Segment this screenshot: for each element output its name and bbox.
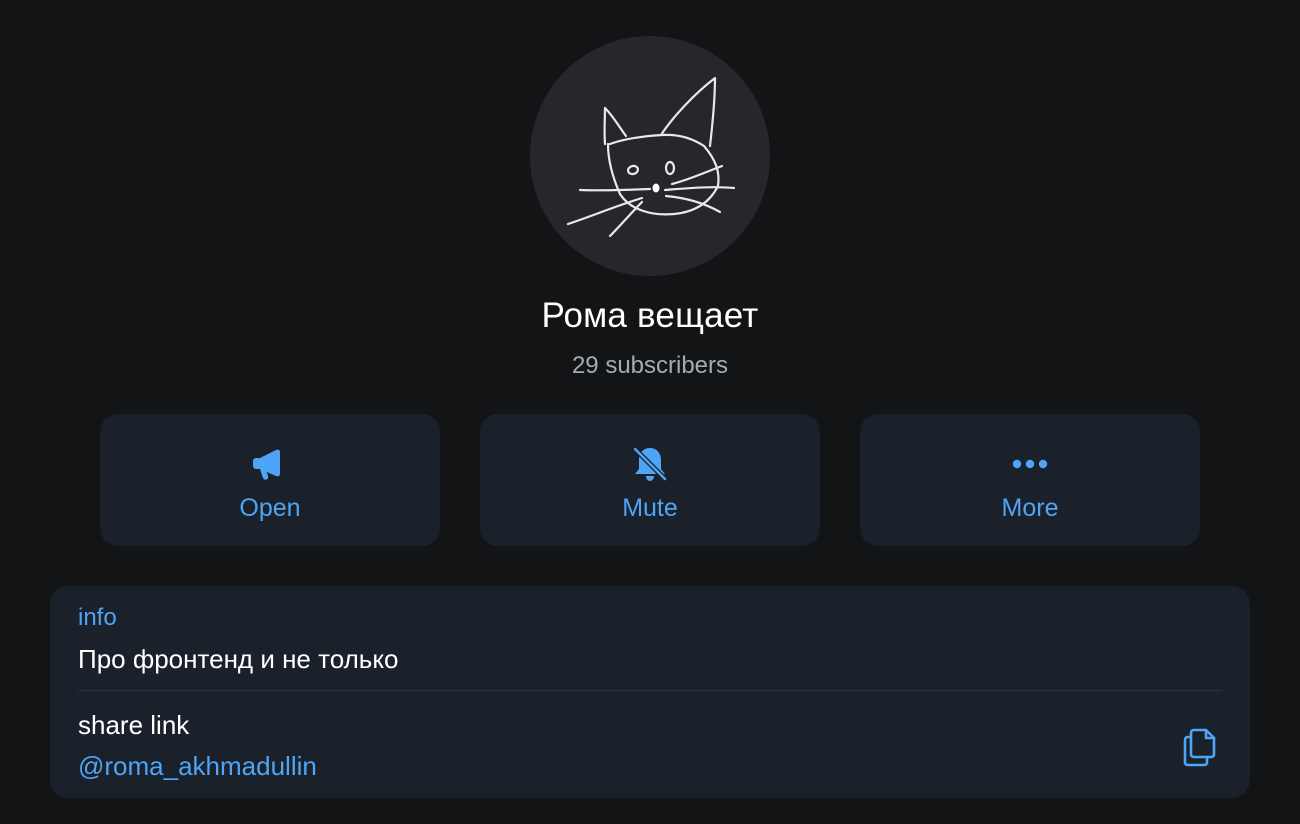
copy-icon[interactable]: [1176, 722, 1224, 770]
action-buttons: Open Mute More: [100, 414, 1200, 546]
open-label: Open: [239, 494, 301, 522]
share-link-label: share link: [78, 710, 190, 740]
channel-avatar[interactable]: [530, 36, 770, 276]
more-button[interactable]: More: [860, 414, 1200, 546]
mute-button[interactable]: Mute: [480, 414, 820, 546]
subscriber-count: 29 subscribers: [571, 352, 729, 379]
info-label: info: [78, 604, 117, 631]
more-dots-icon: [1008, 444, 1052, 484]
mute-label: Mute: [622, 494, 678, 522]
cat-drawing-icon: [566, 76, 736, 238]
divider: [78, 690, 1222, 691]
channel-description[interactable]: Про фронтенд и не только: [78, 644, 398, 675]
bell-off-icon: [628, 444, 672, 484]
share-link[interactable]: @roma_akhmadullin: [78, 751, 317, 782]
megaphone-icon: [248, 444, 292, 484]
info-card: info Про фронтенд и не только share link…: [50, 586, 1250, 798]
more-label: More: [1001, 494, 1059, 522]
channel-name: Рома вещает: [541, 296, 759, 335]
channel-info-page: Рома вещает 29 subscribers Open Mute Mor…: [0, 0, 1300, 824]
open-button[interactable]: Open: [100, 414, 440, 546]
